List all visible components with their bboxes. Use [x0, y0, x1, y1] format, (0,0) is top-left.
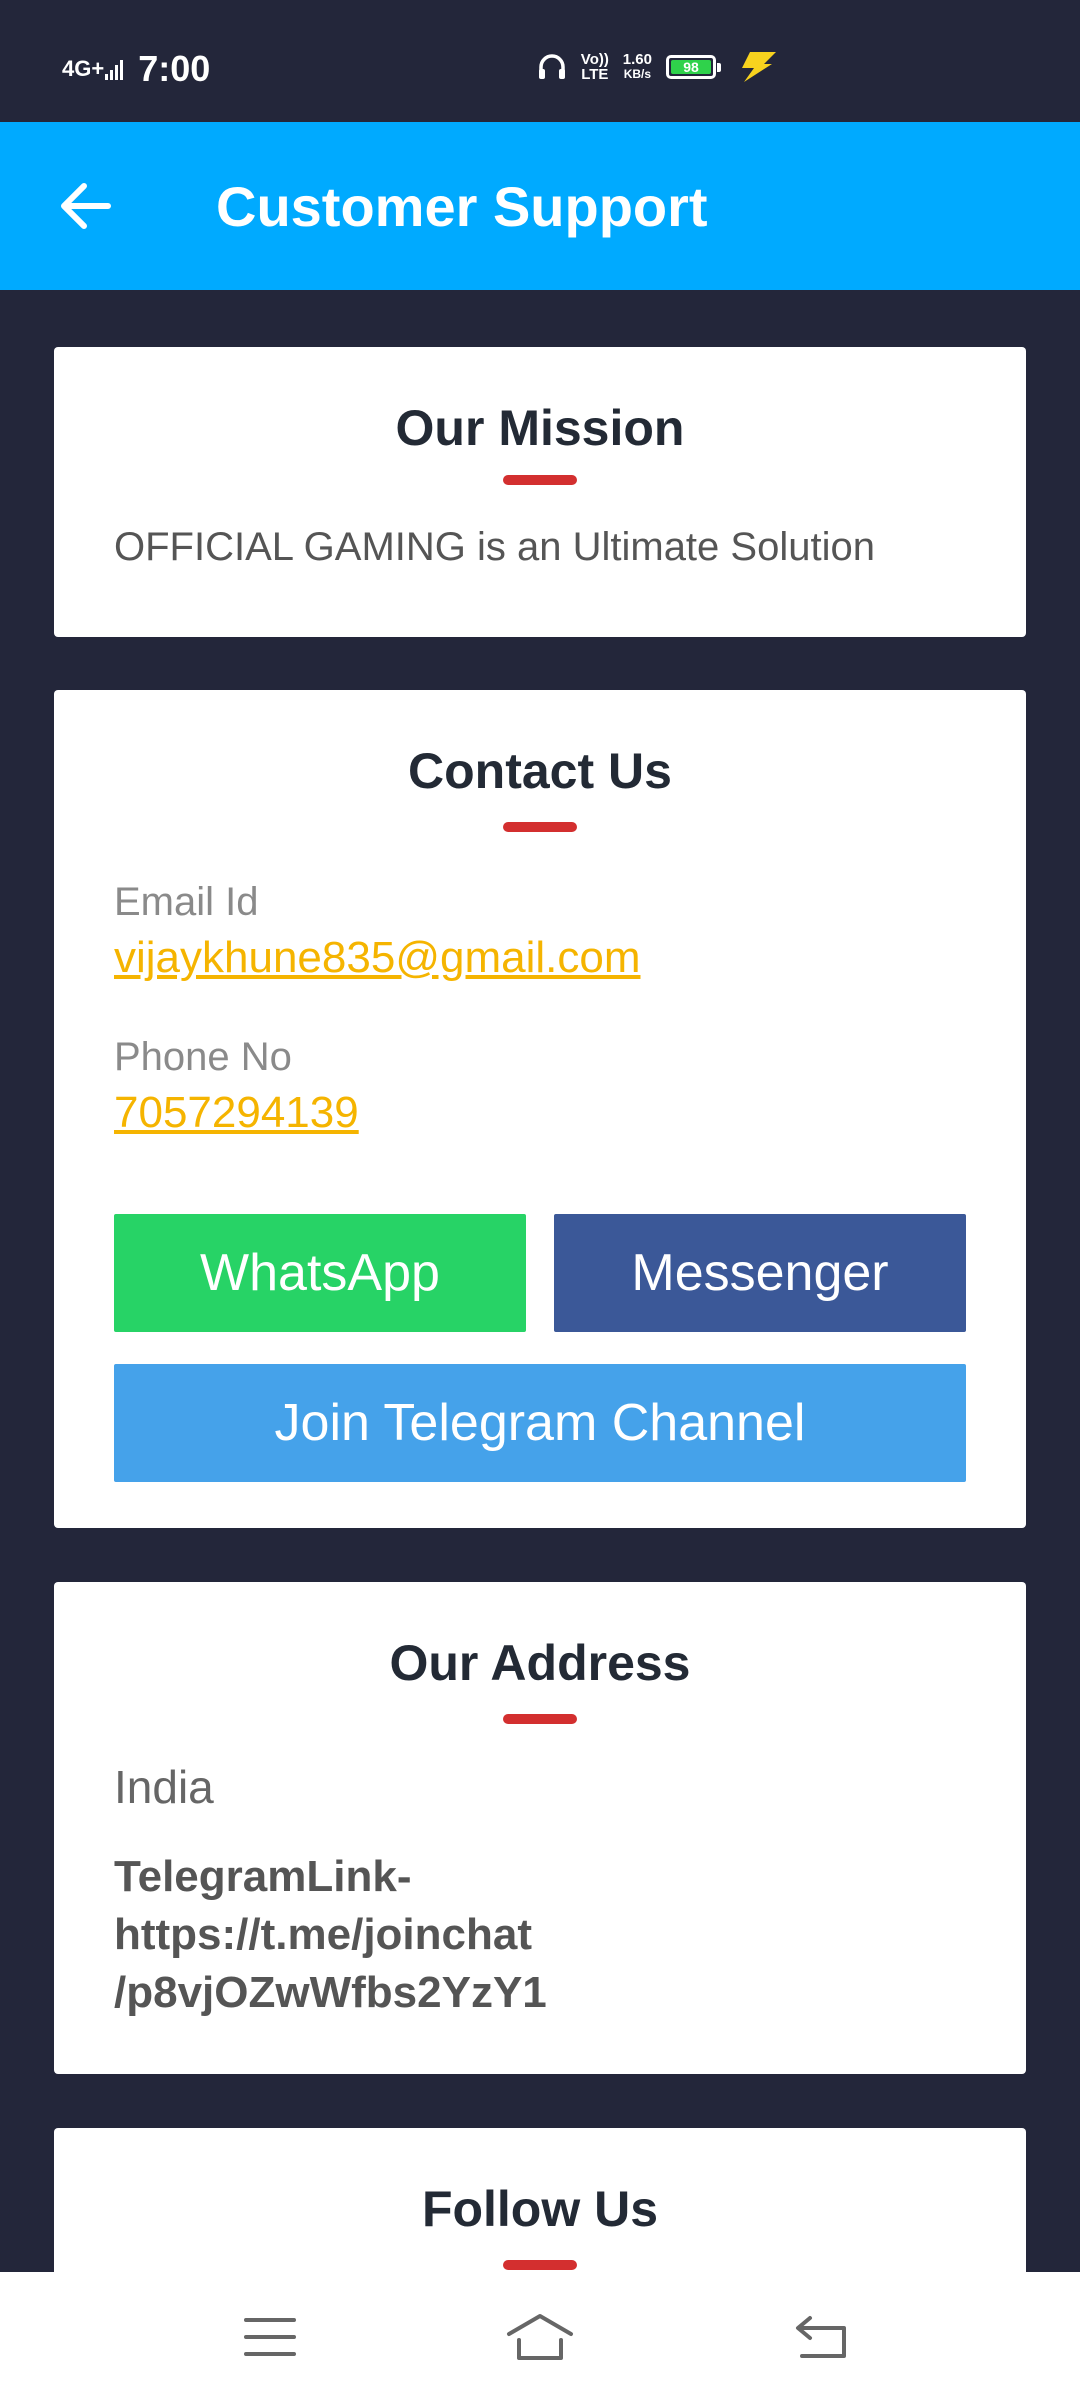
- contact-title: Contact Us: [408, 743, 672, 799]
- telegram-link-line-2: https://t.me/joinchat: [114, 1910, 532, 1959]
- speed-unit: KB/s: [623, 67, 652, 81]
- back-nav-icon[interactable]: [792, 2310, 852, 2364]
- mission-card: Our Mission OFFICIAL GAMING is an Ultima…: [54, 347, 1026, 637]
- status-left: 4G+ 7:00: [62, 48, 210, 90]
- home-icon[interactable]: [505, 2310, 575, 2364]
- phone-label: Phone No: [114, 1035, 292, 1079]
- mission-title: Our Mission: [395, 400, 685, 456]
- address-title: Our Address: [389, 1635, 691, 1691]
- address-card: Our Address India TelegramLink- https://…: [54, 1582, 1026, 2074]
- page-title: Customer Support: [216, 175, 708, 238]
- whatsapp-button[interactable]: WhatsApp: [114, 1214, 526, 1332]
- headphones-icon: [538, 54, 565, 79]
- follow-title: Follow Us: [421, 2181, 659, 2237]
- battery-level: 98: [671, 60, 711, 74]
- clock: 7:00: [138, 48, 211, 89]
- volte-indicator: Vo)) LTE: [580, 51, 609, 83]
- telegram-channel-button[interactable]: Join Telegram Channel: [114, 1364, 966, 1482]
- address-title-underline: [503, 1714, 577, 1724]
- telegram-link-line-3: /p8vjOZwWfbs2YzY1: [114, 1968, 547, 2017]
- phone-link[interactable]: 7057294139: [54, 1088, 1026, 1138]
- contact-title-underline: [503, 822, 577, 832]
- messenger-button[interactable]: Messenger: [554, 1214, 966, 1332]
- follow-title-underline: [503, 2260, 577, 2270]
- mission-text: OFFICIAL GAMING is an Ultimate Solution: [114, 525, 875, 569]
- mission-title-underline: [503, 475, 577, 485]
- telegram-link-text: TelegramLink- https://t.me/joinchat /p8v…: [54, 1848, 1026, 2022]
- telegram-link-line-1: TelegramLink-: [114, 1852, 412, 1901]
- contact-card: Contact Us Email Id vijaykhune835@gmail.…: [54, 690, 1026, 1528]
- network-speed: 1.60 KB/s: [623, 52, 652, 82]
- system-nav-bar: [0, 2272, 1080, 2400]
- network-indicator: 4G+: [62, 56, 105, 81]
- battery-icon: 98: [666, 55, 721, 79]
- menu-icon[interactable]: [240, 2310, 300, 2364]
- email-label: Email Id: [114, 880, 259, 924]
- email-link[interactable]: vijaykhune835@gmail.com: [54, 933, 1026, 983]
- speed-value: 1.60: [622, 51, 652, 68]
- back-arrow-icon[interactable]: [52, 172, 120, 240]
- signal-icon: [105, 60, 124, 80]
- status-bar: 4G+ 7:00 Vo)) LTE 1.60 KB/s 98: [0, 0, 1080, 122]
- charging-bolt-icon: [742, 52, 776, 82]
- status-right: Vo)) LTE 1.60 KB/s 98: [537, 50, 780, 84]
- app-bar: Customer Support: [0, 122, 1080, 290]
- address-country: India: [114, 1761, 214, 1813]
